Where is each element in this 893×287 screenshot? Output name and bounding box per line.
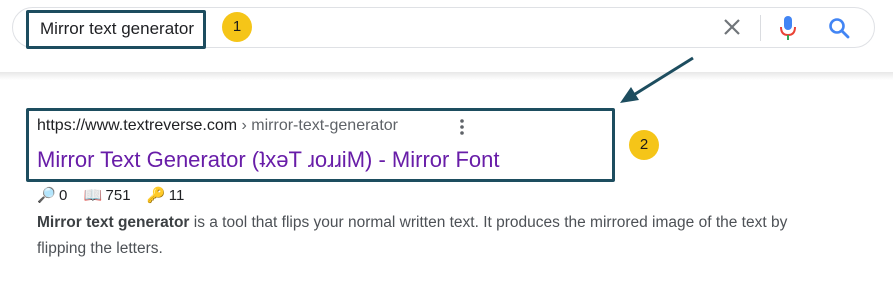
search-icon[interactable] xyxy=(827,16,851,40)
result-url[interactable]: https://www.textreverse.com › mirror-tex… xyxy=(37,117,398,135)
search-bar-divider xyxy=(760,15,761,41)
stat-value: 0 xyxy=(59,187,68,204)
snippet-bold: Mirror text generator xyxy=(37,214,190,231)
stat-key: 🔑 11 xyxy=(147,187,185,204)
stat-value: 11 xyxy=(168,187,185,204)
stat-book: 📖 751 xyxy=(84,187,135,204)
result-snippet: Mirror text generator is a tool that fli… xyxy=(37,210,807,262)
microphone-icon[interactable] xyxy=(778,15,798,41)
header-shadow xyxy=(0,72,893,80)
search-query-text: Mirror text generator xyxy=(40,19,194,38)
stat-magnifier: 🔎 0 xyxy=(37,187,72,204)
result-stats: 🔎 0 📖 751 🔑 11 xyxy=(37,186,196,204)
key-icon: 🔑 xyxy=(146,187,166,204)
search-input[interactable]: Mirror text generator xyxy=(26,10,206,49)
annotation-arrow xyxy=(620,56,694,103)
result-title-link[interactable]: Mirror Text Generator (ʇxǝT ɹoɹɹiM) - Mi… xyxy=(37,147,499,173)
result-url-separator: › xyxy=(237,117,252,134)
result-url-host: https://www.textreverse.com xyxy=(37,117,238,134)
magnifier-icon: 🔎 xyxy=(37,187,56,204)
result-url-path: mirror-text-generator xyxy=(251,117,398,134)
annotation-badge-2: 2 xyxy=(629,130,659,160)
book-icon: 📖 xyxy=(83,187,103,204)
more-options-icon[interactable] xyxy=(459,118,465,136)
close-icon[interactable] xyxy=(722,17,742,37)
stat-value: 751 xyxy=(105,187,131,204)
annotation-badge-1: 1 xyxy=(222,12,252,42)
